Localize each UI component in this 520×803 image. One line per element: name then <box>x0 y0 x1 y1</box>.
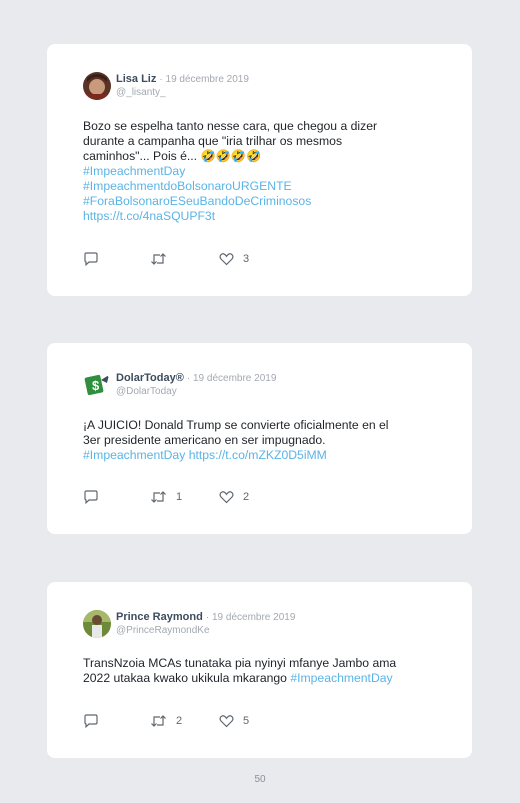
page-number: 50 <box>254 774 266 785</box>
tweet-actions: 3 <box>83 251 383 267</box>
tweet-card: $ DolarToday® · 19 décembre 2019 @DolarT… <box>47 343 472 534</box>
tweet-text-line: TransNzoia MCAs tunataka pia nyinyi mfan… <box>83 656 397 670</box>
reply-button[interactable] <box>83 489 99 505</box>
tweet-actions: 1 2 <box>83 489 383 505</box>
hashtag-link[interactable]: #ImpeachmentdoBolsonaroURGENTE <box>83 179 433 194</box>
tweet-card: Prince Raymond · 19 décembre 2019 @Princ… <box>47 582 472 758</box>
reply-icon <box>84 252 98 266</box>
like-button[interactable]: 3 <box>219 251 249 267</box>
retweet-button[interactable] <box>150 251 176 267</box>
tweet-author[interactable]: Lisa Liz · 19 décembre 2019 <box>116 73 249 85</box>
author-name[interactable]: DolarToday® <box>116 372 184 384</box>
retweet-count: 2 <box>176 715 183 727</box>
retweet-icon <box>151 253 166 265</box>
hashtag-link[interactable]: #ImpeachmentDay <box>83 164 433 179</box>
url-link[interactable]: https://t.co/4naSQUPF3t <box>83 209 433 224</box>
tweet-author[interactable]: Prince Raymond · 19 décembre 2019 <box>116 611 295 623</box>
retweet-icon <box>151 715 166 727</box>
tweet-text-line: ¡A JUICIO! Donald Trump se convierte ofi… <box>83 418 389 432</box>
avatar[interactable] <box>83 72 111 100</box>
svg-text:$: $ <box>92 378 100 393</box>
tweet-date[interactable]: 19 décembre 2019 <box>212 612 295 623</box>
author-handle[interactable]: @DolarToday <box>116 386 177 397</box>
tweet-header: Prince Raymond · 19 décembre 2019 @Princ… <box>83 610 443 642</box>
avatar[interactable] <box>83 610 111 638</box>
author-handle[interactable]: @_lisanty_ <box>116 87 166 98</box>
like-count: 3 <box>243 253 250 265</box>
tweet-text-line: 2022 utakaa kwako ukikula mkarango <box>83 671 287 685</box>
tweet-text: TransNzoia MCAs tunataka pia nyinyi mfan… <box>83 656 433 686</box>
retweet-icon <box>151 491 166 503</box>
tweet-text-line: durante a campanha que "iria trilhar os … <box>83 134 343 148</box>
like-icon <box>219 715 234 728</box>
like-icon <box>219 253 234 266</box>
reply-icon <box>84 490 98 504</box>
like-icon <box>219 491 234 504</box>
tweet-text-line: Bozo se espelha tanto nesse cara, que ch… <box>83 119 378 133</box>
hashtag-link[interactable]: #ImpeachmentDay <box>83 448 185 462</box>
tweet-author[interactable]: DolarToday® · 19 décembre 2019 <box>116 372 276 384</box>
tweet-card: Lisa Liz · 19 décembre 2019 @_lisanty_ B… <box>47 44 472 296</box>
tweet-date[interactable]: 19 décembre 2019 <box>193 373 276 384</box>
like-count: 5 <box>243 715 250 727</box>
reply-button[interactable] <box>83 713 99 729</box>
tweet-text-line: caminhos"... Pois é... 🤣🤣🤣🤣 <box>83 149 262 163</box>
tweet-actions: 2 5 <box>83 713 383 729</box>
retweet-button[interactable]: 2 <box>150 713 182 729</box>
tweet-text: Bozo se espelha tanto nesse cara, que ch… <box>83 119 433 224</box>
hashtag-link[interactable]: #ImpeachmentDay <box>290 671 392 685</box>
like-button[interactable]: 5 <box>219 713 249 729</box>
tweet-header: Lisa Liz · 19 décembre 2019 @_lisanty_ <box>83 72 443 104</box>
tweet-date[interactable]: 19 décembre 2019 <box>166 74 249 85</box>
like-count: 2 <box>243 491 250 503</box>
reply-button[interactable] <box>83 251 99 267</box>
like-button[interactable]: 2 <box>219 489 249 505</box>
tweet-header: $ DolarToday® · 19 décembre 2019 @DolarT… <box>83 371 443 403</box>
avatar[interactable]: $ <box>83 371 111 399</box>
url-link[interactable]: https://t.co/mZKZ0D5iMM <box>189 448 327 462</box>
tweet-text: ¡A JUICIO! Donald Trump se convierte ofi… <box>83 418 433 463</box>
tweet-text-line: 3er presidente americano en ser impugnad… <box>83 433 326 447</box>
author-handle[interactable]: @PrinceRaymondKe <box>116 625 210 636</box>
retweet-count: 1 <box>176 491 183 503</box>
author-name[interactable]: Prince Raymond <box>116 611 203 623</box>
author-name[interactable]: Lisa Liz <box>116 73 156 85</box>
reply-icon <box>84 714 98 728</box>
hashtag-link[interactable]: #ForaBolsonaroESeuBandoDeCriminosos <box>83 194 433 209</box>
retweet-button[interactable]: 1 <box>150 489 182 505</box>
